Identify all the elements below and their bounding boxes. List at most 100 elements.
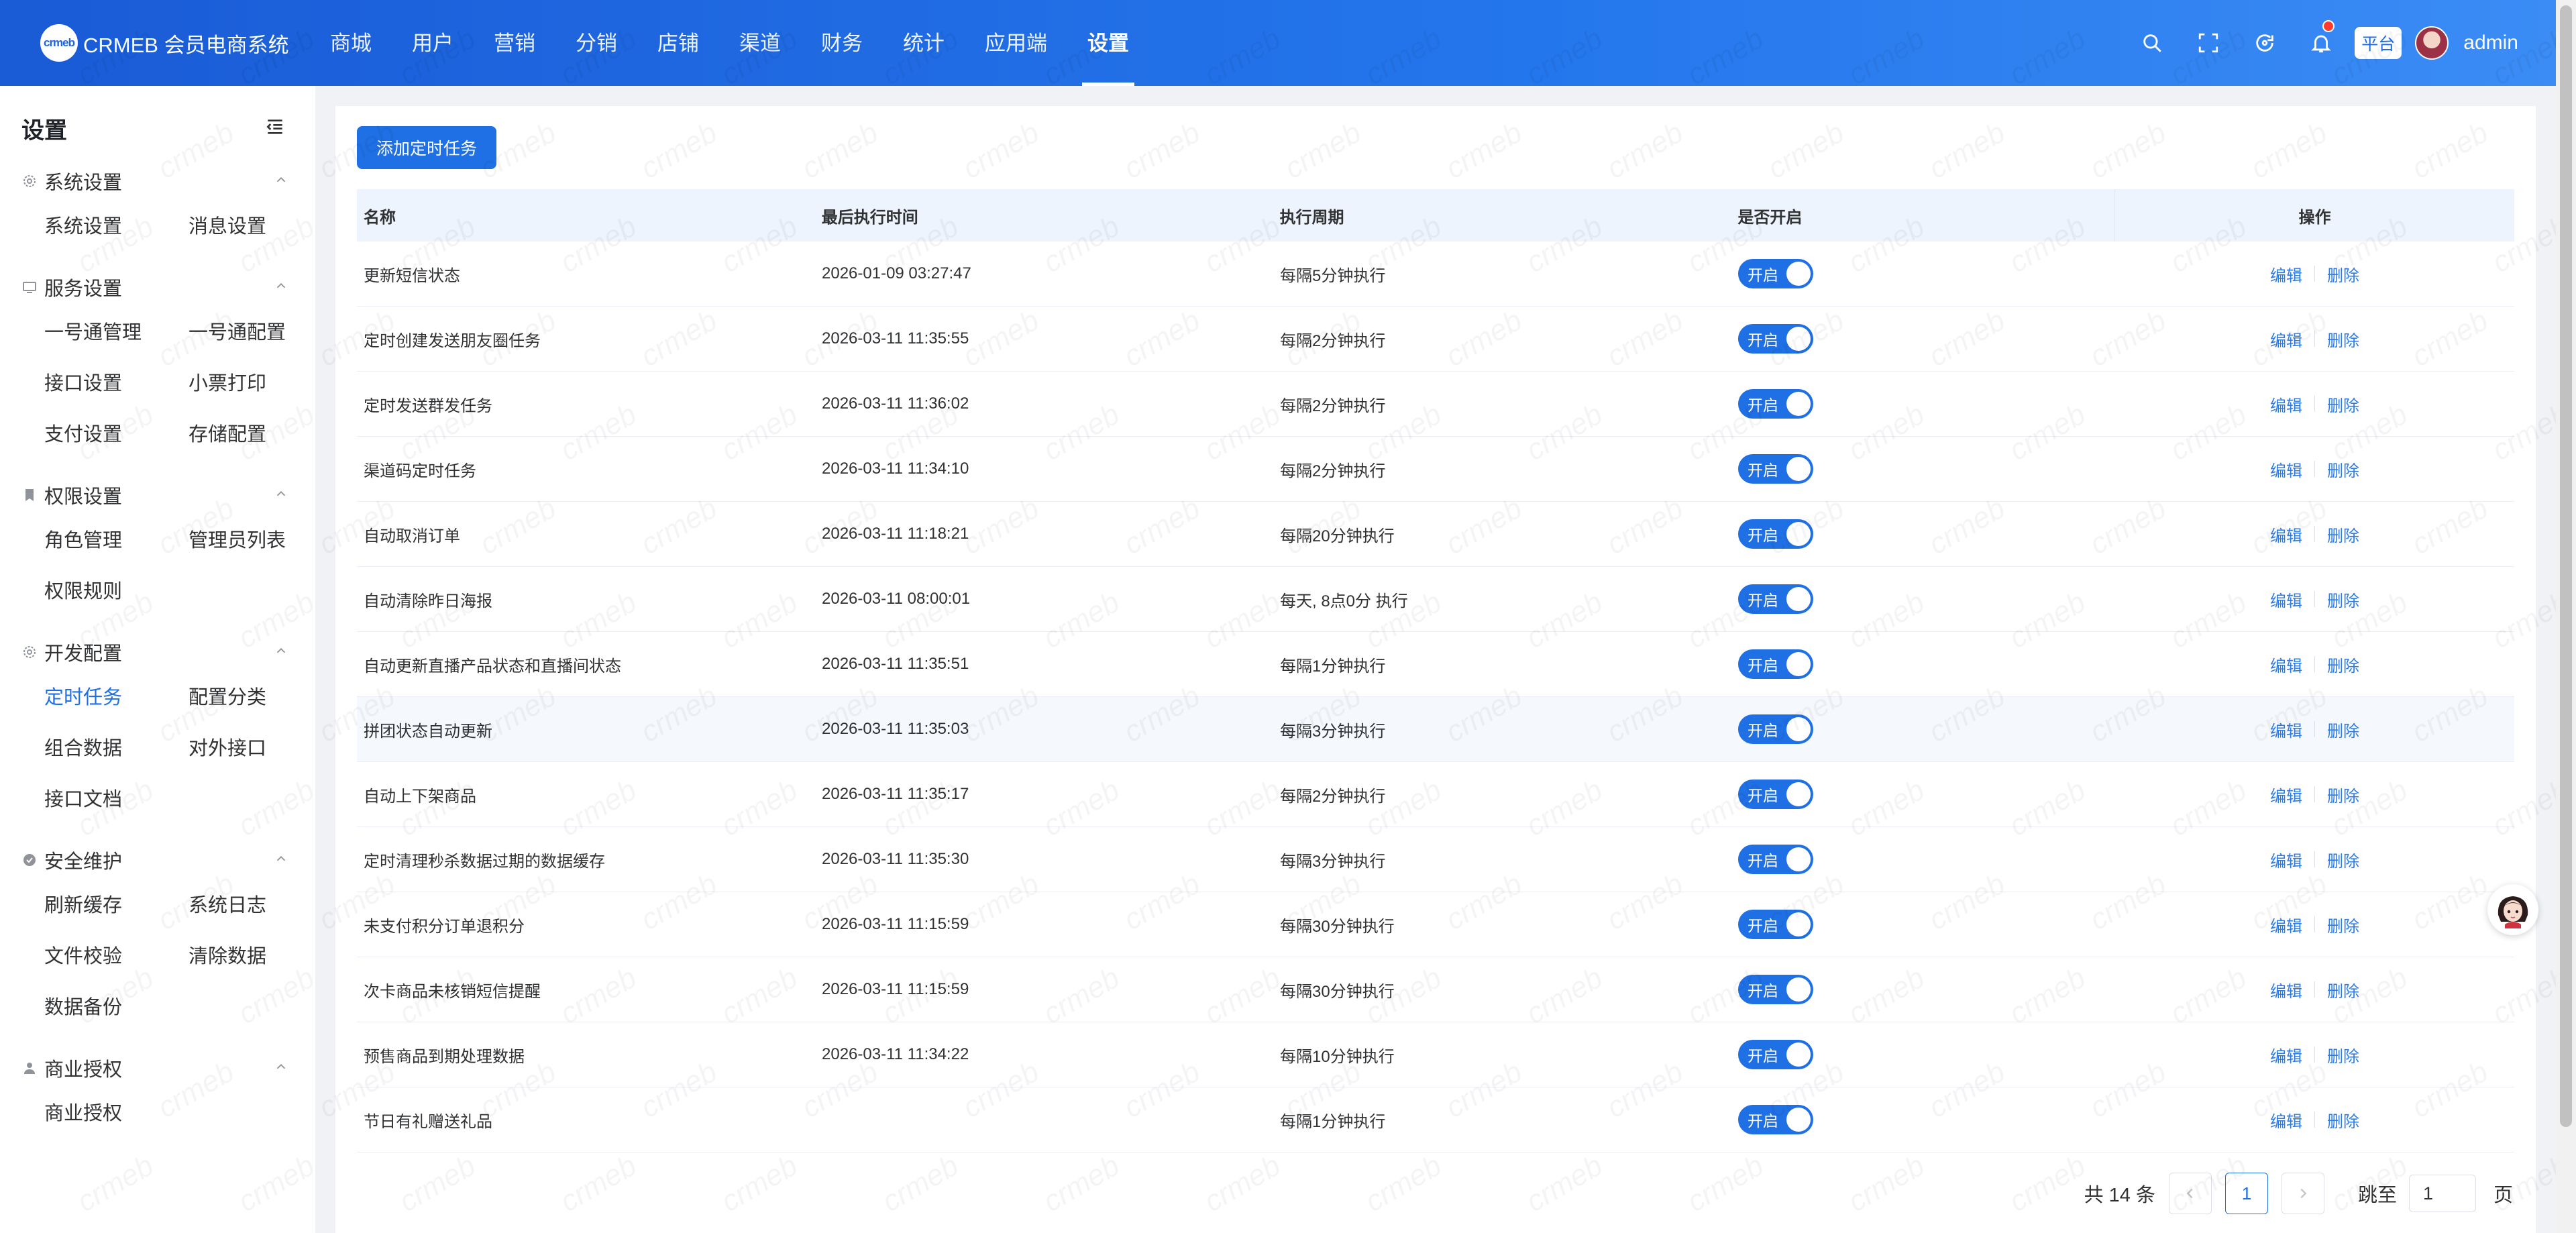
edit-link[interactable]: 编辑 bbox=[2270, 718, 2302, 741]
nav-item[interactable]: 店铺 bbox=[637, 0, 719, 86]
delete-link[interactable]: 删除 bbox=[2327, 523, 2359, 546]
sidebar-item[interactable]: 商业授权 bbox=[44, 1088, 189, 1139]
edit-link[interactable]: 编辑 bbox=[2270, 783, 2302, 806]
delete-link[interactable]: 删除 bbox=[2327, 1043, 2359, 1067]
edit-link[interactable]: 编辑 bbox=[2270, 848, 2302, 871]
admin-name[interactable]: admin bbox=[2463, 32, 2518, 54]
sidebar-item[interactable]: 组合数据 bbox=[44, 723, 189, 774]
actions-cell: 编辑 删除 bbox=[2115, 327, 2514, 351]
add-task-button[interactable]: 添加定时任务 bbox=[357, 126, 496, 169]
next-page-button[interactable] bbox=[2281, 1173, 2324, 1214]
delete-link[interactable]: 删除 bbox=[2327, 327, 2359, 351]
sidebar-item[interactable]: 管理员列表 bbox=[189, 515, 315, 566]
enabled-switch[interactable]: 开启 bbox=[1738, 649, 1813, 679]
bell-icon[interactable] bbox=[2293, 0, 2349, 86]
nav-item[interactable]: 统计 bbox=[883, 0, 965, 86]
enabled-switch[interactable]: 开启 bbox=[1738, 1040, 1813, 1069]
scrollbar-thumb[interactable] bbox=[2560, 5, 2572, 1127]
enabled-switch[interactable]: 开启 bbox=[1738, 324, 1813, 354]
nav-item[interactable]: 财务 bbox=[801, 0, 883, 86]
sidebar-item[interactable]: 配置分类 bbox=[189, 672, 315, 723]
sidebar-menu: 系统设置 系统设置 消息设置服务设置 一号通管理 一号通配置 接口设置 小票打印 支付设置 存储… bbox=[0, 161, 315, 1139]
page-number[interactable]: 1 bbox=[2224, 1173, 2268, 1214]
sidebar-item[interactable]: 权限规则 bbox=[44, 566, 189, 617]
edit-link[interactable]: 编辑 bbox=[2270, 1043, 2302, 1067]
last-run-time: 2026-03-11 11:18:21 bbox=[822, 525, 969, 543]
bookmark-icon bbox=[21, 487, 38, 503]
nav-item[interactable]: 商城 bbox=[310, 0, 392, 86]
enabled-switch[interactable]: 开启 bbox=[1738, 910, 1813, 939]
sidebar-group-header[interactable]: 商业授权 bbox=[0, 1048, 315, 1088]
menu-fold-icon[interactable] bbox=[264, 116, 286, 141]
delete-link[interactable]: 删除 bbox=[2327, 1108, 2359, 1132]
delete-link[interactable]: 删除 bbox=[2327, 848, 2359, 871]
delete-link[interactable]: 删除 bbox=[2327, 718, 2359, 741]
delete-link[interactable]: 删除 bbox=[2327, 458, 2359, 481]
enabled-switch[interactable]: 开启 bbox=[1738, 454, 1813, 484]
sidebar-item[interactable]: 清除数据 bbox=[189, 931, 315, 982]
logo[interactable]: crmeb CRMEB 会员电商系统 bbox=[40, 24, 289, 62]
nav-item[interactable]: 应用端 bbox=[965, 0, 1067, 86]
sidebar-item[interactable]: 数据备份 bbox=[44, 982, 189, 1033]
sidebar-item[interactable]: 角色管理 bbox=[44, 515, 189, 566]
nav-item[interactable]: 渠道 bbox=[719, 0, 801, 86]
fullscreen-icon[interactable] bbox=[2180, 0, 2237, 86]
sidebar-item[interactable]: 接口设置 bbox=[44, 358, 189, 409]
enabled-switch[interactable]: 开启 bbox=[1738, 259, 1813, 288]
sidebar-item[interactable]: 刷新缓存 bbox=[44, 880, 189, 931]
edit-link[interactable]: 编辑 bbox=[2270, 392, 2302, 416]
jump-page-input[interactable] bbox=[2408, 1175, 2476, 1212]
delete-link[interactable]: 删除 bbox=[2327, 978, 2359, 1002]
sidebar-item[interactable]: 接口文档 bbox=[44, 774, 189, 825]
sidebar-group-header[interactable]: 权限设置 bbox=[0, 475, 315, 515]
sidebar-group-header[interactable]: 安全维护 bbox=[0, 840, 315, 880]
sidebar-item[interactable]: 存储配置 bbox=[189, 409, 315, 460]
search-icon[interactable] bbox=[2124, 0, 2180, 86]
delete-link[interactable]: 删除 bbox=[2327, 913, 2359, 936]
edit-link[interactable]: 编辑 bbox=[2270, 913, 2302, 936]
sidebar-item[interactable]: 文件校验 bbox=[44, 931, 189, 982]
sidebar-item[interactable]: 小票打印 bbox=[189, 358, 315, 409]
sidebar-group-header[interactable]: 系统设置 bbox=[0, 161, 315, 201]
sidebar-item[interactable]: 支付设置 bbox=[44, 409, 189, 460]
nav-item[interactable]: 分销 bbox=[555, 0, 637, 86]
sidebar-group-header[interactable]: 开发配置 bbox=[0, 632, 315, 672]
avatar[interactable] bbox=[2415, 26, 2449, 60]
enabled-switch[interactable]: 开启 bbox=[1738, 584, 1813, 614]
enabled-switch[interactable]: 开启 bbox=[1738, 975, 1813, 1004]
page-scrollbar[interactable] bbox=[2556, 0, 2576, 1233]
nav-item[interactable]: 用户 bbox=[392, 0, 474, 86]
refresh-icon[interactable] bbox=[2237, 0, 2293, 86]
sidebar-item[interactable]: 系统设置 bbox=[44, 201, 189, 252]
edit-link[interactable]: 编辑 bbox=[2270, 978, 2302, 1002]
sidebar-item[interactable]: 定时任务 bbox=[44, 672, 189, 723]
enabled-switch[interactable]: 开启 bbox=[1738, 845, 1813, 874]
enabled-switch[interactable]: 开启 bbox=[1738, 780, 1813, 809]
edit-link[interactable]: 编辑 bbox=[2270, 262, 2302, 286]
edit-link[interactable]: 编辑 bbox=[2270, 588, 2302, 611]
sidebar-item[interactable]: 一号通管理 bbox=[44, 307, 189, 358]
sidebar-group-header[interactable]: 服务设置 bbox=[0, 267, 315, 307]
edit-link[interactable]: 编辑 bbox=[2270, 1108, 2302, 1132]
prev-page-button[interactable] bbox=[2168, 1173, 2212, 1214]
sidebar-item[interactable]: 消息设置 bbox=[189, 201, 315, 252]
edit-link[interactable]: 编辑 bbox=[2270, 458, 2302, 481]
edit-link[interactable]: 编辑 bbox=[2270, 523, 2302, 546]
enabled-switch[interactable]: 开启 bbox=[1738, 1105, 1813, 1134]
sidebar-item[interactable]: 对外接口 bbox=[189, 723, 315, 774]
delete-link[interactable]: 删除 bbox=[2327, 783, 2359, 806]
sidebar-item[interactable]: 一号通配置 bbox=[189, 307, 315, 358]
delete-link[interactable]: 删除 bbox=[2327, 392, 2359, 416]
sidebar-item[interactable]: 系统日志 bbox=[189, 880, 315, 931]
edit-link[interactable]: 编辑 bbox=[2270, 327, 2302, 351]
delete-link[interactable]: 删除 bbox=[2327, 262, 2359, 286]
customer-service-avatar[interactable] bbox=[2487, 884, 2538, 935]
delete-link[interactable]: 删除 bbox=[2327, 653, 2359, 676]
enabled-switch[interactable]: 开启 bbox=[1738, 519, 1813, 549]
nav-item[interactable]: 设置 bbox=[1067, 0, 1149, 86]
enabled-switch[interactable]: 开启 bbox=[1738, 389, 1813, 419]
delete-link[interactable]: 删除 bbox=[2327, 588, 2359, 611]
nav-item[interactable]: 营销 bbox=[474, 0, 555, 86]
enabled-switch[interactable]: 开启 bbox=[1738, 714, 1813, 744]
edit-link[interactable]: 编辑 bbox=[2270, 653, 2302, 676]
